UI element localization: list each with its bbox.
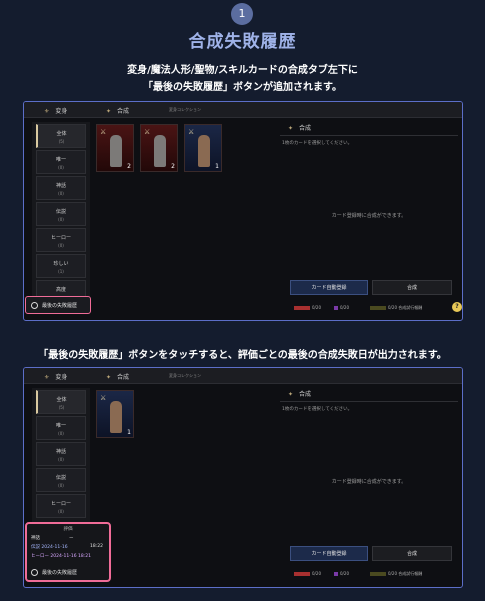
status-bar: 0/20 0/20 0/20 合成試行報酬 ? (294, 302, 462, 312)
synthesize-button[interactable]: 合成 (372, 546, 452, 561)
card-slot[interactable]: ⚔ 2 (140, 124, 178, 172)
page-title: 合成失敗履歴 (188, 32, 297, 52)
card-count: 1 (127, 429, 131, 436)
failure-history-popup: 評価 神話 ー 伝説 2024-11-16 18:22 ヒーロー 2024-11… (25, 522, 111, 582)
category-unique[interactable]: 唯一 (0) (36, 150, 86, 174)
tab-synthesis[interactable]: ✦ 合成 (106, 106, 129, 115)
tab-bar: ⚜ 変身 ✦ 合成 変身コレクション (24, 102, 462, 118)
category-hero[interactable]: ヒーロー (0) (36, 228, 86, 252)
synthesis-panel: ✦ 合成 1枚のカードを選択してください。 カード登録時に合成ができます。 カード… (280, 122, 458, 312)
sword-icon: ⚔ (144, 128, 151, 136)
card-slot[interactable]: ⚔ 2 (96, 124, 134, 172)
description-line-1: 変身/魔法人形/聖物/スキルカードの合成タブ左下に (127, 65, 358, 76)
popup-row-legend: 伝説 2024-11-16 18:22 (31, 544, 103, 550)
card-count: 1 (215, 163, 219, 170)
status-value-1: 0/20 (312, 571, 321, 576)
card-count: 2 (171, 163, 175, 170)
popup-row-myth: 神話 ー (31, 536, 74, 541)
popup-row-hero: ヒーロー 2024-11-16 18:21 (31, 554, 91, 559)
synthesis-instruction: 1枚のカードを選択してください。 (282, 141, 353, 146)
tab-collection[interactable]: 変身コレクション (169, 373, 201, 379)
synthesis-icon: ✦ (106, 108, 112, 115)
category-legend[interactable]: 伝説 (0) (36, 202, 86, 226)
popup-grade-header: 評価 (63, 527, 73, 532)
help-icon[interactable]: ? (452, 302, 462, 312)
card-slot[interactable]: ⚔ 1 (184, 124, 222, 172)
category-all[interactable]: 全体 (5) (36, 390, 86, 414)
synthesis-header: ✦ 合成 (280, 388, 458, 402)
character-figure (154, 135, 166, 167)
tab-transform[interactable]: ⚜ 変身 (44, 106, 67, 115)
synthesis-panel: ✦ 合成 1枚のカードを選択してください。 カード登録時に合成ができます。 カード… (280, 388, 458, 579)
synthesis-icon: ✦ (288, 391, 294, 398)
sword-icon: ⚔ (188, 128, 195, 136)
synthesis-instruction: 1枚のカードを選択してください。 (282, 407, 353, 412)
category-hero[interactable]: ヒーロー (0) (36, 494, 86, 518)
status-value-3: 0/20 合成試行報酬 (388, 305, 423, 310)
synthesis-icon: ✦ (288, 125, 294, 132)
character-figure (198, 135, 210, 167)
status-bar: 0/20 0/20 0/20 合成試行報酬 (294, 568, 462, 578)
synthesis-message: カード登録時に合成ができます。 (331, 213, 407, 219)
history-clock-icon (31, 568, 38, 576)
status-value-2: 0/20 (340, 571, 349, 576)
game-screenshot-1: ⚜ 変身 ✦ 合成 変身コレクション 全体 (5) 唯一 (0) 神話 (0) 伝説 (0)… (23, 101, 463, 321)
synthesize-button[interactable]: 合成 (372, 280, 452, 295)
sword-icon: ⚔ (100, 128, 107, 136)
description-line-3: 「最後の失敗履歴」ボタンをタッチすると、評価ごとの最後の合成失敗日が出力されます… (38, 350, 447, 361)
synthesis-icon: ✦ (106, 374, 112, 381)
tab-synthesis[interactable]: ✦ 合成 (106, 372, 129, 381)
status-value-2: 0/20 (340, 305, 349, 310)
category-sidebar: 全体 (5) 唯一 (0) 神話 (0) 伝説 (0) ヒーロー (0) 珍しい (1) 高… (32, 122, 90, 312)
category-legend[interactable]: 伝説 (0) (36, 468, 86, 492)
category-myth[interactable]: 神話 (0) (36, 176, 86, 200)
character-figure (110, 401, 122, 433)
category-unique[interactable]: 唯一 (0) (36, 416, 86, 440)
card-count: 2 (127, 163, 131, 170)
auto-register-button[interactable]: カード自動登録 (290, 546, 368, 561)
last-failure-history-button[interactable]: 最後の失敗履歴 (25, 296, 91, 314)
auto-register-button[interactable]: カード自動登録 (290, 280, 368, 295)
description-line-2: 「最後の失敗履歴」ボタンが追加されます。 (143, 82, 342, 93)
status-value-1: 0/20 (312, 305, 321, 310)
status-value-3: 0/20 合成試行報酬 (388, 571, 423, 576)
transform-icon: ⚜ (44, 108, 50, 115)
category-rare[interactable]: 珍しい (1) (36, 254, 86, 278)
category-all[interactable]: 全体 (5) (36, 124, 86, 148)
card-slot[interactable]: ⚔ 1 (96, 390, 134, 438)
synthesis-header: ✦ 合成 (280, 122, 458, 136)
history-clock-icon (31, 301, 38, 309)
synthesis-message: カード登録時に合成ができます。 (331, 479, 407, 485)
character-figure (110, 135, 122, 167)
tab-bar: ⚜ 変身 ✦ 合成 変身コレクション (24, 368, 462, 384)
last-failure-history-button[interactable]: 最後の失敗履歴 (31, 566, 105, 578)
category-myth[interactable]: 神話 (0) (36, 442, 86, 466)
tab-collection[interactable]: 変身コレクション (169, 107, 201, 113)
sword-icon: ⚔ (100, 394, 107, 402)
transform-icon: ⚜ (44, 374, 50, 381)
tab-transform[interactable]: ⚜ 変身 (44, 372, 67, 381)
step-number-badge: 1 (231, 3, 253, 25)
